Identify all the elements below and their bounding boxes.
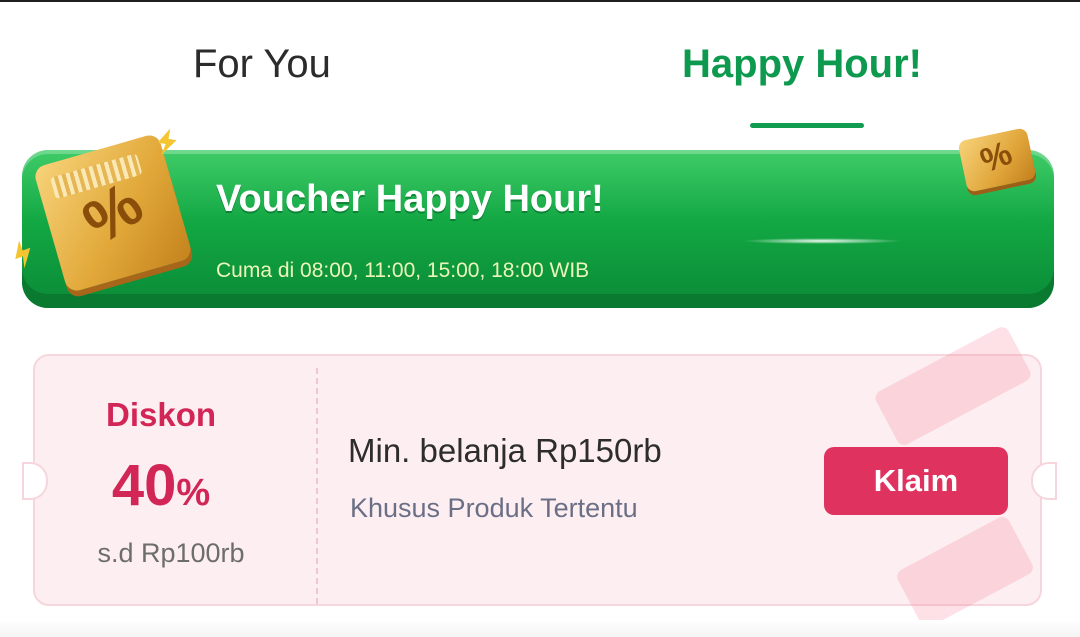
minimum-purchase: Min. belanja Rp150rb <box>348 432 662 469</box>
discount-cap: s.d Rp100rb <box>97 538 245 568</box>
active-tab-indicator <box>750 123 864 128</box>
banner-title: Voucher Happy Hour! <box>216 178 604 220</box>
discount-label: Diskon <box>105 396 217 433</box>
tab-for-you[interactable]: For You <box>193 36 331 92</box>
discount-unit: % <box>176 472 211 514</box>
product-scope: Khusus Produk Tertentu <box>350 493 638 523</box>
discount-amount: 40% <box>76 452 246 519</box>
top-divider <box>0 0 1080 2</box>
claim-button[interactable]: Klaim <box>824 447 1008 515</box>
next-item-edge <box>0 620 1080 637</box>
voucher-divider <box>316 368 318 604</box>
banner-sparkle <box>742 238 902 244</box>
discount-value: 40 <box>111 453 177 518</box>
tab-happy-hour[interactable]: Happy Hour! <box>682 36 922 92</box>
voucher-notch-right <box>1031 462 1057 500</box>
percent-glyph: % <box>975 133 1018 181</box>
banner-schedule: Cuma di 08:00, 11:00, 15:00, 18:00 WIB <box>216 259 590 282</box>
